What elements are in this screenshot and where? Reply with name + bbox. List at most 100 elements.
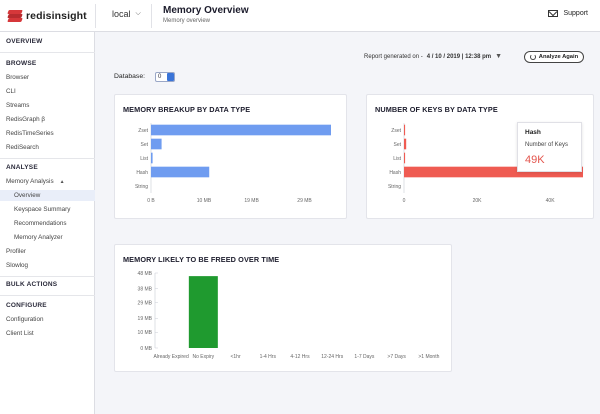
x-tick-label: 12-24 Hrs (321, 354, 343, 360)
bar (151, 124, 331, 136)
sidebar-section-configure: CONFIGURE (6, 302, 47, 309)
y-tick-label: 38 MB (138, 286, 153, 292)
memory-freed-card: MEMORY LIKELY TO BE FREED OVER TIME 0 MB… (114, 244, 452, 372)
bar (151, 152, 153, 164)
bar (404, 138, 407, 150)
memory-analysis-label: Memory Analysis (6, 178, 54, 185)
page-subtitle: Memory overview (163, 18, 211, 24)
bar (151, 138, 162, 150)
x-tick-label: 10 MB (197, 198, 212, 204)
database-value: 0 (158, 74, 162, 80)
y-tick-label: List (393, 156, 401, 162)
sidebar-section-browse: BROWSE (6, 60, 37, 67)
sidebar-item-redistimeseries[interactable]: RedisTimeSeries (6, 130, 54, 137)
memory-breakup-chart: Zset Set List Hash String 0 B 10 MB 19 MB 29 MB (135, 123, 331, 204)
y-tick-label: Set (140, 142, 148, 148)
sidebar-item-overview-sub[interactable]: Overview (14, 192, 40, 199)
chart-tooltip: Hash Number of Keys 49K (517, 122, 582, 172)
bar (404, 124, 406, 136)
x-tick-label: 40K (546, 198, 556, 204)
sidebar-divider (0, 276, 95, 277)
sidebar-item-keyspace-summary[interactable]: Keyspace Summary (14, 206, 70, 213)
x-tick-label: 0 B (147, 198, 155, 204)
x-tick-label: 1-7 Days (354, 354, 375, 360)
mail-icon (548, 10, 559, 17)
y-tick-label: String (135, 184, 148, 190)
support-label: Support (563, 10, 588, 17)
database-select[interactable]: 0 (155, 72, 175, 82)
redis-logo-icon (7, 10, 23, 22)
header-divider (151, 4, 152, 28)
x-tick-label: 29 MB (297, 198, 312, 204)
database-label: Database: (114, 73, 145, 80)
instance-selector[interactable]: local ⌵ (112, 9, 141, 19)
tooltip-label: Number of Keys (525, 142, 569, 148)
select-arrows-icon (167, 73, 174, 81)
y-tick-label: 19 MB (138, 316, 153, 322)
x-tick-label: >1 Month (418, 354, 439, 360)
bar (151, 166, 210, 178)
y-tick-label: Set (393, 142, 401, 148)
x-tick-label: 20K (473, 198, 483, 204)
sidebar-divider (0, 158, 95, 159)
sidebar-item-cli[interactable]: CLI (6, 88, 16, 95)
sidebar-item-overview[interactable]: OVERVIEW (6, 38, 43, 45)
report-date[interactable]: 4 / 10 / 2019 | 12:38 pm (427, 54, 491, 60)
x-tick-label: >7 Days (387, 354, 406, 360)
chevron-down-icon: ⌵ (135, 10, 141, 17)
y-tick-label: List (140, 156, 148, 162)
sidebar: OVERVIEW BROWSE Browser CLI Streams Redi… (0, 32, 95, 414)
x-tick-label: No Expiry (192, 354, 214, 360)
y-tick-label: Zset (391, 128, 401, 134)
memory-breakup-card: MEMORY BREAKUP BY DATA TYPE Zset Set List H… (114, 94, 347, 219)
bar (404, 152, 406, 164)
x-tick-label: 4-12 Hrs (290, 354, 310, 360)
y-tick-label: 0 MB (140, 346, 152, 352)
page-title: Memory Overview (163, 5, 249, 16)
analyze-again-button[interactable]: Analyze Again (524, 51, 584, 63)
y-tick-label: Zset (138, 128, 148, 134)
memory-freed-chart: 0 MB 10 MB 19 MB 29 MB 38 MB 48 MB Already Exp… (138, 271, 440, 360)
support-link[interactable]: Support (548, 10, 588, 17)
refresh-icon (529, 54, 536, 60)
chevron-up-icon: ▲ (59, 179, 65, 185)
app-logo[interactable]: redisinsight (7, 8, 87, 24)
top-header: redisinsight local ⌵ Memory Overview Mem… (0, 0, 600, 32)
y-tick-label: 48 MB (138, 271, 153, 277)
sidebar-item-recommendations[interactable]: Recommendations (14, 220, 67, 227)
y-tick-label: Hash (136, 170, 148, 176)
report-info: Report generated on - 4 / 10 / 2019 | 12… (364, 53, 502, 60)
sidebar-item-slowlog[interactable]: Slowlog (6, 262, 28, 269)
analyze-again-label: Analyze Again (538, 54, 579, 60)
sidebar-item-browser[interactable]: Browser (6, 74, 29, 81)
y-tick-label: 29 MB (138, 300, 153, 306)
sidebar-item-bulk-actions[interactable]: BULK ACTIONS (6, 281, 57, 288)
header-divider (95, 4, 96, 28)
sidebar-divider (0, 295, 95, 296)
sidebar-item-client-list[interactable]: Client List (6, 330, 34, 337)
sidebar-item-redisgraph[interactable]: RedisGraph β (6, 116, 45, 123)
sidebar-item-redisearch[interactable]: RediSearch (6, 144, 39, 151)
x-tick-label: 1-4 Hrs (260, 354, 277, 360)
logo-text: redisinsight (26, 10, 87, 22)
sidebar-item-memory-analysis[interactable]: Memory Analysis ▲ (6, 178, 65, 185)
sidebar-divider (0, 52, 95, 53)
y-tick-label: 10 MB (138, 330, 153, 336)
instance-name: local (112, 9, 131, 19)
tooltip-title: Hash (525, 129, 541, 136)
bar (188, 276, 218, 348)
chevron-down-icon[interactable]: ▼ (495, 53, 502, 60)
sidebar-item-profiler[interactable]: Profiler (6, 248, 26, 255)
x-tick-label: <1hr (230, 354, 240, 360)
x-tick-label: Already Expired (153, 354, 189, 360)
report-prefix: Report generated on - (364, 53, 423, 60)
y-tick-label: String (388, 184, 401, 190)
sidebar-item-streams[interactable]: Streams (6, 102, 29, 109)
sidebar-item-configuration[interactable]: Configuration (6, 316, 43, 323)
sidebar-item-memory-analyzer[interactable]: Memory Analyzer (14, 234, 63, 241)
tooltip-value: 49K (525, 154, 545, 166)
x-tick-label: 0 (403, 198, 406, 204)
y-tick-label: Hash (389, 170, 401, 176)
x-tick-label: 19 MB (244, 198, 259, 204)
sidebar-section-analyse: ANALYSE (6, 164, 38, 171)
